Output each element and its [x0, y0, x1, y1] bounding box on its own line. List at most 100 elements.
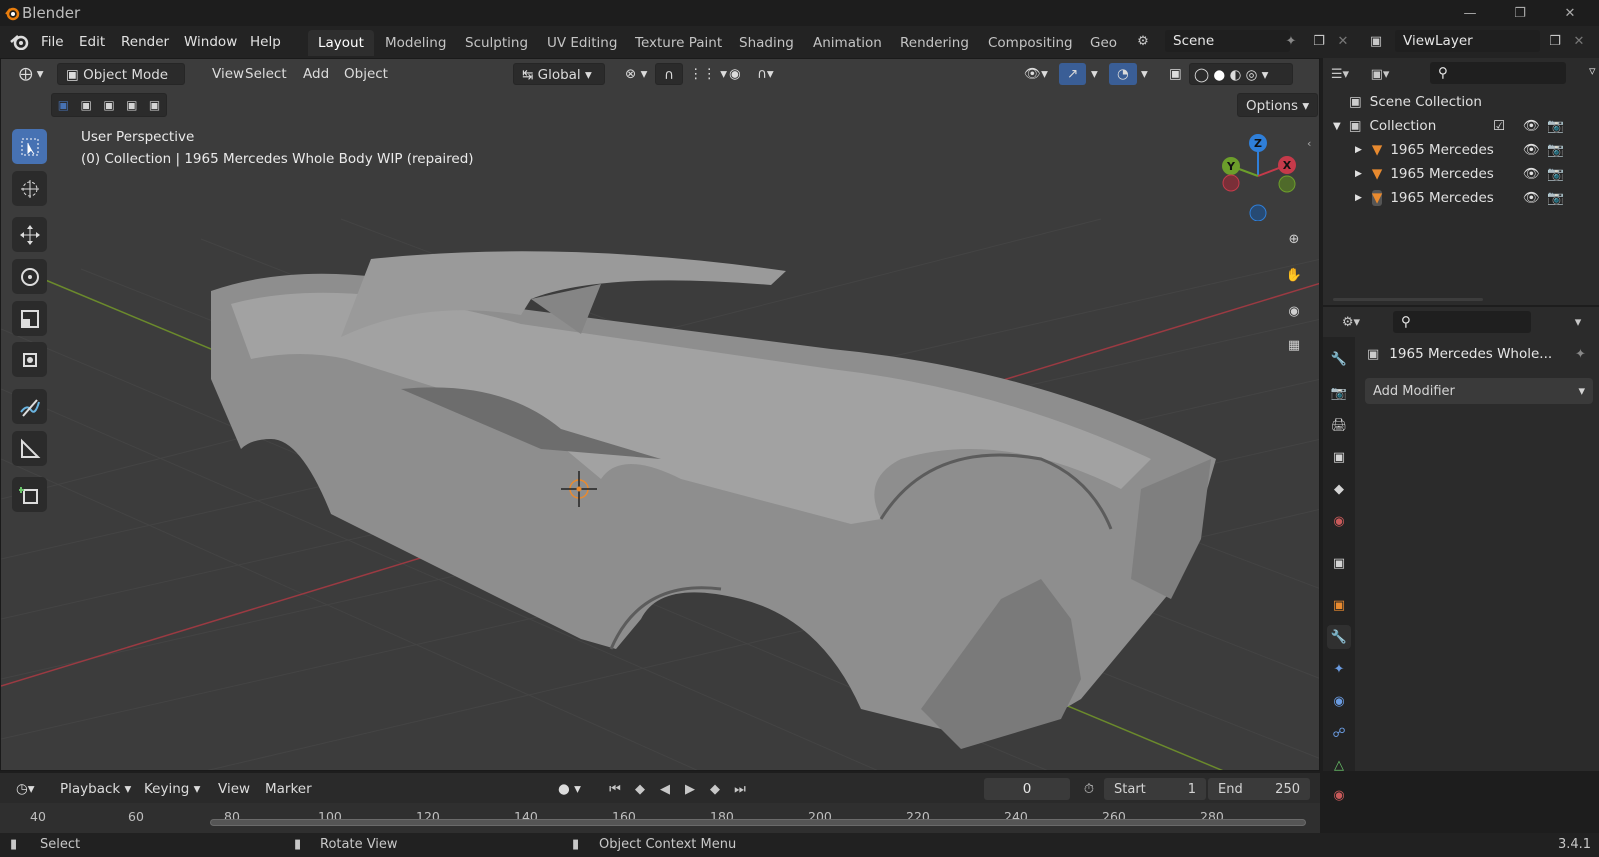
tool-tab-icon[interactable]: 🔧: [1327, 347, 1351, 371]
tab-compositing[interactable]: Compositing: [978, 30, 1083, 56]
render-tab-icon[interactable]: 📷: [1327, 381, 1351, 405]
move-tool[interactable]: [12, 217, 47, 252]
select-intersect-icon[interactable]: ▣: [149, 98, 160, 112]
timeline-menu-marker[interactable]: Marker: [257, 778, 320, 800]
timeline-menu-view[interactable]: View: [210, 778, 258, 800]
annotate-tool[interactable]: [12, 389, 47, 424]
end-frame-field[interactable]: End 250: [1208, 778, 1310, 800]
object-tab-icon[interactable]: ▣: [1327, 593, 1351, 617]
view-layer-icon[interactable]: ▣: [1365, 30, 1387, 52]
select-invert-icon[interactable]: ▣: [126, 98, 137, 112]
properties-editor-icon[interactable]: ⚙▾: [1333, 311, 1369, 333]
item-camera-icon[interactable]: 📷: [1547, 166, 1564, 182]
material-shading-icon[interactable]: ◐: [1229, 67, 1241, 83]
proportional-editing-icon[interactable]: ◉: [721, 63, 749, 85]
shading-dropdown-icon[interactable]: ▾: [1262, 67, 1269, 83]
timeline-menu-playback[interactable]: Playback ▾: [52, 778, 139, 800]
outliner-scrollbar[interactable]: [1333, 298, 1483, 301]
display-mode-icon[interactable]: ▣▾: [1369, 63, 1391, 85]
add-modifier-button[interactable]: Add Modifier ▾: [1365, 378, 1593, 404]
snap-icon[interactable]: ∩: [655, 63, 683, 85]
play-icon[interactable]: ▶: [679, 778, 701, 800]
outliner-search-input[interactable]: ⚲: [1430, 62, 1566, 84]
rendered-shading-icon[interactable]: ◎: [1246, 67, 1258, 83]
scene-selector-icon[interactable]: ⚙: [1132, 30, 1154, 52]
tab-sculpting[interactable]: Sculpting: [455, 30, 538, 56]
transform-tool[interactable]: [12, 342, 47, 377]
xray-icon[interactable]: ▣: [1161, 63, 1190, 85]
cursor-tool[interactable]: [12, 171, 47, 206]
item-camera-icon[interactable]: 📷: [1547, 142, 1564, 158]
jump-end-icon[interactable]: ⏭: [729, 778, 751, 800]
perspective-toggle-icon[interactable]: ▦: [1280, 331, 1308, 359]
pin-properties-icon[interactable]: ✦: [1575, 347, 1586, 362]
editor-type-icon[interactable]: ⨁ ▾: [11, 63, 52, 85]
collection-eye-icon[interactable]: 👁: [1523, 118, 1540, 134]
collection-checkbox-icon[interactable]: ☑: [1493, 118, 1505, 134]
properties-search-input[interactable]: ⚲: [1393, 311, 1531, 333]
physics-tab-icon[interactable]: ◉: [1327, 689, 1351, 713]
properties-options-icon[interactable]: ▾: [1567, 311, 1589, 333]
expand-collection-icon[interactable]: ▼: [1333, 121, 1341, 132]
timeline-editor-icon[interactable]: ◷▾: [8, 778, 43, 800]
camera-view-icon[interactable]: ◉: [1280, 297, 1308, 325]
pin-icon[interactable]: ✦: [1280, 30, 1302, 52]
solid-shading-icon[interactable]: ●: [1213, 67, 1225, 83]
tab-rendering[interactable]: Rendering: [890, 30, 979, 56]
expand-item-icon[interactable]: ▶: [1355, 169, 1362, 179]
particles-tab-icon[interactable]: ✦: [1327, 657, 1351, 681]
falloff-icon[interactable]: ∩▾: [749, 63, 782, 85]
auto-keying-icon[interactable]: ● ▾: [550, 778, 589, 800]
visibility-icon[interactable]: 👁▾: [1016, 63, 1056, 85]
current-frame-field[interactable]: 0: [984, 778, 1070, 800]
menu-file[interactable]: File: [32, 30, 73, 54]
delete-scene-icon[interactable]: ✕: [1332, 30, 1354, 52]
measure-tool[interactable]: [12, 431, 47, 466]
viewport-menu-object[interactable]: Object: [336, 63, 396, 85]
material-tab-icon[interactable]: ◉: [1327, 783, 1351, 807]
transform-orientation-select[interactable]: ↹ Global ▾: [513, 63, 605, 85]
outliner-collection[interactable]: ▼ ▣ Collection ☑ 👁 📷: [1333, 114, 1599, 138]
select-box-tool[interactable]: [12, 129, 47, 164]
next-keyframe-icon[interactable]: ◆: [704, 778, 726, 800]
select-extend-icon[interactable]: ▣: [81, 98, 92, 112]
minimize-icon[interactable]: —: [1445, 0, 1495, 26]
outliner-scene-collection[interactable]: ▣ Scene Collection: [1349, 90, 1482, 114]
item-camera-icon[interactable]: 📷: [1547, 190, 1564, 206]
data-tab-icon[interactable]: △: [1327, 753, 1351, 777]
add-cube-tool[interactable]: [12, 477, 47, 512]
start-frame-field[interactable]: Start 1: [1104, 778, 1206, 800]
pan-hand-icon[interactable]: ✋: [1280, 261, 1308, 289]
tab-uv-editing[interactable]: UV Editing: [537, 30, 627, 56]
collection-camera-icon[interactable]: 📷: [1547, 118, 1564, 134]
prev-keyframe-icon[interactable]: ◆: [629, 778, 651, 800]
menu-edit[interactable]: Edit: [70, 30, 114, 54]
scene-tab-icon[interactable]: ◆: [1327, 477, 1351, 501]
filter-icon[interactable]: ▿: [1589, 64, 1596, 79]
constraints-tab-icon[interactable]: ☍: [1327, 721, 1351, 745]
collection-tab-icon[interactable]: ▣: [1327, 551, 1351, 575]
scene-name-field[interactable]: Scene: [1165, 30, 1290, 52]
scale-tool[interactable]: [12, 301, 47, 336]
new-scene-icon[interactable]: ❐: [1308, 30, 1330, 52]
outliner-item[interactable]: ▶ ▼ 1965 Mercedes 👁 📷: [1355, 138, 1599, 162]
menu-window[interactable]: Window: [175, 30, 246, 54]
tab-animation[interactable]: Animation: [803, 30, 892, 56]
item-eye-icon[interactable]: 👁: [1523, 166, 1540, 182]
tab-texture-paint[interactable]: Texture Paint: [625, 30, 732, 56]
output-tab-icon[interactable]: 🖨: [1327, 413, 1351, 437]
select-subtract-icon[interactable]: ▣: [103, 98, 114, 112]
gizmo-dropdown-icon[interactable]: ▾: [1083, 63, 1106, 85]
navigation-gizmo[interactable]: Z X Y: [1213, 131, 1303, 221]
world-tab-icon[interactable]: ◉: [1327, 509, 1351, 533]
tab-geometry[interactable]: Geo: [1080, 30, 1127, 56]
expand-item-icon[interactable]: ▶: [1355, 193, 1362, 203]
timeline-scrollbar[interactable]: [210, 819, 1306, 826]
view-layer-field[interactable]: ViewLayer: [1395, 30, 1540, 52]
tab-shading[interactable]: Shading: [729, 30, 804, 56]
sidebar-toggle-icon[interactable]: ‹: [1307, 137, 1311, 150]
object-mode-select[interactable]: ▣ Object Mode ▾: [57, 63, 185, 105]
blender-menu-icon[interactable]: [10, 34, 30, 50]
maximize-icon[interactable]: ❐: [1495, 0, 1545, 26]
3d-viewport[interactable]: ⨁ ▾ ▣ Object Mode ▾ View Select Add Obje…: [0, 58, 1320, 771]
